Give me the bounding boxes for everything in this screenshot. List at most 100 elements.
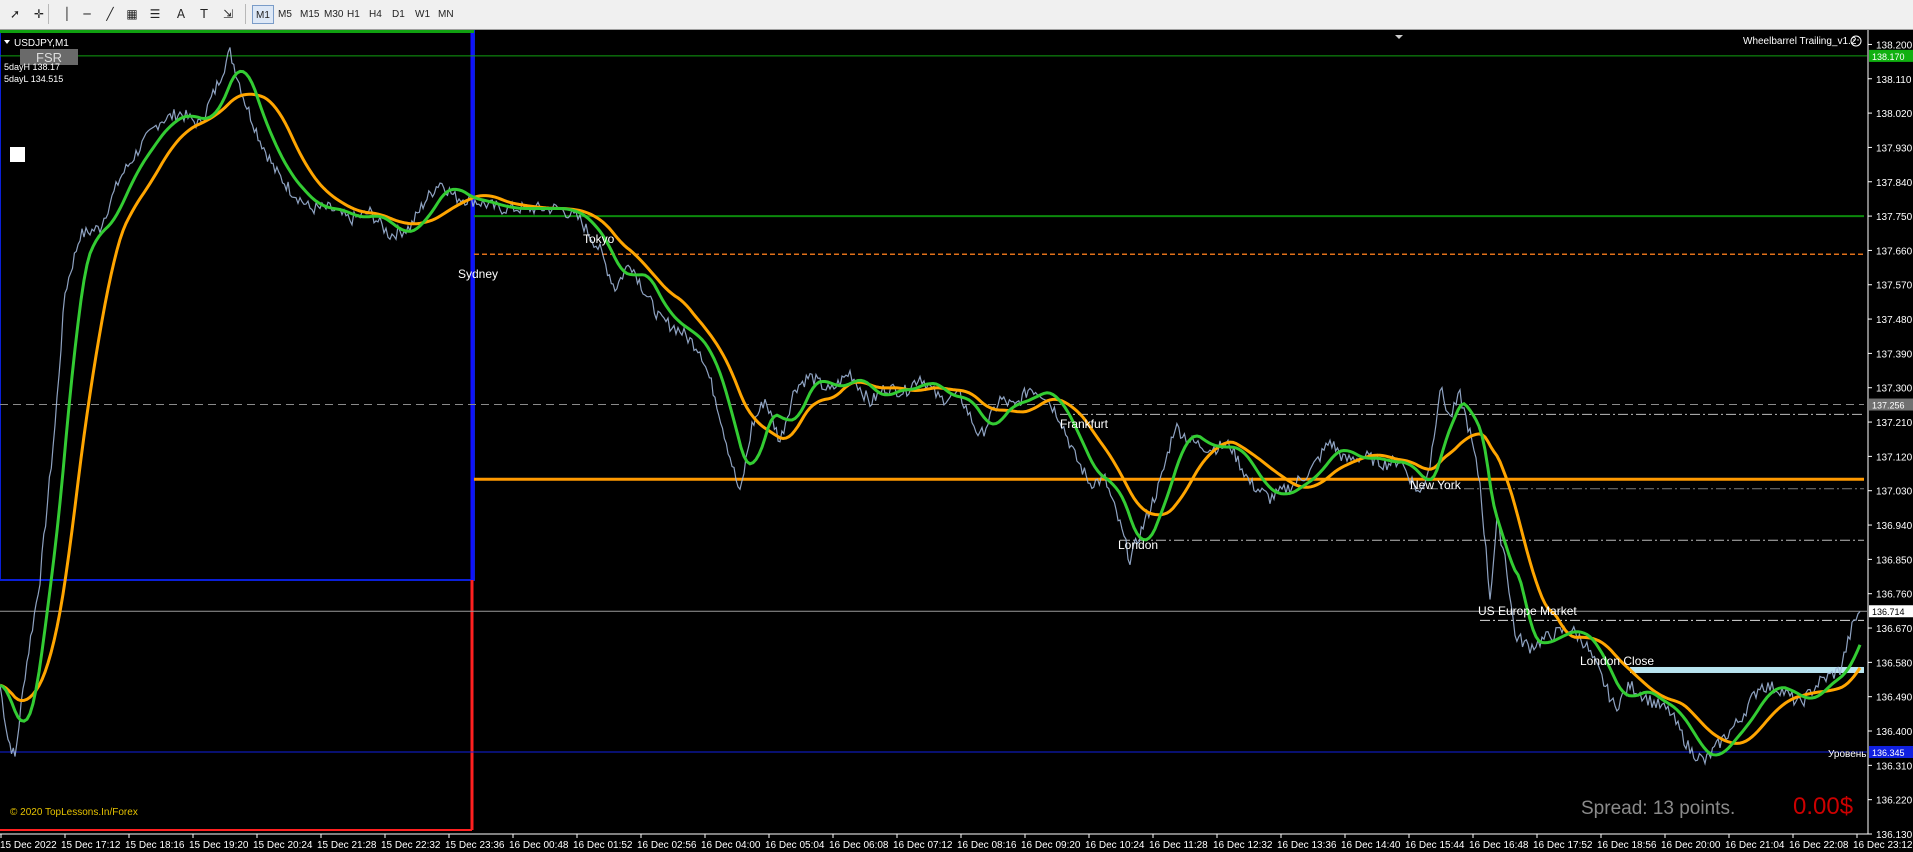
timeframe-m30-button[interactable]: M30 (321, 5, 346, 24)
time-tick-label: 16 Dec 22:08 (1789, 840, 1849, 851)
time-tick-label: 16 Dec 23:12 (1853, 840, 1913, 851)
copyright-label: © 2020 TopLessons.In/Forex (10, 807, 138, 818)
session-label: Frankfurt (1060, 417, 1109, 431)
time-tick-label: 16 Dec 14:40 (1341, 840, 1401, 851)
time-tick-label: 16 Dec 00:48 (509, 840, 569, 851)
profit-label: 0.00$ (1793, 793, 1853, 820)
timeframe-mn-button[interactable]: MN (435, 5, 457, 24)
price-tick-label: 137.300 (1876, 384, 1913, 395)
expert-advisor-name: Wheelbarrel Trailing_v1.2 (1743, 36, 1857, 47)
price-tick-label: 136.850 (1876, 555, 1913, 566)
price-tick-label: 138.110 (1876, 75, 1912, 86)
price-tick-label: 136.580 (1876, 658, 1913, 669)
cursor-icon[interactable]: ➚ (3, 3, 27, 25)
toolbar-separator (48, 4, 49, 24)
price-tick-label: 137.120 (1876, 452, 1913, 463)
time-tick-label: 16 Dec 16:48 (1469, 840, 1529, 851)
price-tick-label: 137.480 (1876, 315, 1913, 326)
time-tick-label: 15 Dec 22:32 (381, 840, 441, 851)
session-label: New York (1410, 478, 1462, 492)
timeframe-h4-button[interactable]: H4 (366, 5, 385, 24)
fast-moving-average (0, 69, 1862, 757)
symbol-collapse-icon[interactable] (4, 40, 10, 44)
time-tick-label: 15 Dec 19:20 (189, 840, 249, 851)
slow-moving-average (0, 92, 1862, 745)
session-label: Tokyo (583, 232, 615, 246)
time-tick-label: 16 Dec 18:56 (1597, 840, 1657, 851)
time-tick-label: 16 Dec 08:16 (957, 840, 1017, 851)
price-tick-label: 137.840 (1876, 178, 1913, 189)
price-tick-label: 138.200 (1876, 40, 1913, 51)
time-tick-label: 16 Dec 07:12 (893, 840, 953, 851)
timeframe-m15-button[interactable]: M15 (297, 5, 322, 24)
five-day-low-label: 5dayL 134.515 (4, 74, 63, 84)
time-tick-label: 15 Dec 2022 (0, 840, 57, 851)
toolbar-separator (245, 4, 246, 24)
london-close-band[interactable] (1630, 666, 1864, 673)
price-tick-label: 137.390 (1876, 349, 1913, 360)
trendline-icon[interactable]: ╱ (98, 3, 122, 25)
level-label: Уровень (1828, 749, 1867, 760)
price-tick-label: 137.570 (1876, 281, 1913, 292)
price-tick-label: 137.030 (1876, 487, 1913, 498)
checkbox[interactable] (10, 147, 25, 162)
time-tick-label: 15 Dec 23:36 (445, 840, 505, 851)
price-tick-label: 138.020 (1876, 109, 1913, 120)
timeframe-d1-button[interactable]: D1 (389, 5, 408, 24)
time-tick-label: 15 Dec 21:28 (317, 840, 377, 851)
text-label-icon[interactable]: T (192, 3, 216, 25)
time-tick-label: 16 Dec 02:56 (637, 840, 697, 851)
session-box-upper (0, 30, 475, 581)
mid-price-tag-text: 137.256 (1872, 401, 1905, 411)
time-tick-label: 16 Dec 06:08 (829, 840, 889, 851)
price-chart[interactable]: Sydney Tokyo Frankfurt London New York US Eur… (0, 30, 1913, 852)
time-tick-label: 16 Dec 13:36 (1277, 840, 1337, 851)
time-tick-label: 16 Dec 01:52 (573, 840, 633, 851)
high-price-tag-text: 138.170 (1872, 52, 1905, 62)
time-tick-label: 15 Dec 18:16 (125, 840, 185, 851)
session-label: London Close (1580, 654, 1654, 668)
smiley-eye-icon (1853, 39, 1855, 41)
timeframe-m1-button[interactable]: M1 (252, 5, 274, 24)
price-tick-label: 137.210 (1876, 418, 1913, 429)
time-tick-label: 16 Dec 05:04 (765, 840, 825, 851)
spread-label: Spread: 13 points. (1581, 798, 1735, 819)
smiley-eye-icon (1857, 39, 1859, 41)
five-day-high-label: 5dayH 138.17 (4, 62, 60, 72)
time-tick-label: 16 Dec 17:52 (1533, 840, 1593, 851)
session-label: London (1118, 538, 1158, 552)
timeframe-w1-button[interactable]: W1 (412, 5, 433, 24)
time-tick-label: 16 Dec 12:32 (1213, 840, 1273, 851)
time-tick-label: 16 Dec 10:24 (1085, 840, 1145, 851)
price-tick-label: 136.310 (1876, 761, 1913, 772)
low-price-tag-text: 136.345 (1872, 748, 1905, 758)
price-tick-label: 136.940 (1876, 521, 1913, 532)
price-tick-label: 136.490 (1876, 693, 1913, 704)
price-tick-label: 136.670 (1876, 624, 1913, 635)
horizontal-line-icon[interactable]: ─ (75, 3, 99, 25)
timeframe-m5-button[interactable]: M5 (275, 5, 295, 24)
symbol-label: USDJPY,M1 (14, 38, 69, 49)
toolbar: ➚ ✛ │ ─ ╱ ▦ ☰ A T ⇲ M1 M5 M15 M30 H1 H4 D1 W1 MN (0, 0, 1913, 30)
time-tick-label: 15 Dec 17:12 (61, 840, 121, 851)
text-icon[interactable]: A (169, 3, 193, 25)
price-tick-label: 137.660 (1876, 246, 1913, 257)
current-price-tag-text: 136.714 (1872, 607, 1905, 617)
time-tick-label: 16 Dec 11:28 (1149, 840, 1208, 851)
session-label: Sydney (458, 267, 498, 281)
time-tick-label: 16 Dec 21:04 (1725, 840, 1785, 851)
price-tick-label: 137.750 (1876, 212, 1913, 223)
channel-icon[interactable]: ▦ (120, 3, 144, 25)
chart-shift-marker (1395, 35, 1403, 39)
time-tick-label: 16 Dec 15:44 (1405, 840, 1465, 851)
time-tick-label: 16 Dec 20:00 (1661, 840, 1721, 851)
session-label: US Europe Market (1478, 604, 1577, 618)
timeframe-h1-button[interactable]: H1 (344, 5, 363, 24)
price-tick-label: 137.930 (1876, 143, 1913, 154)
price-tick-label: 136.760 (1876, 590, 1913, 601)
price-tick-label: 136.400 (1876, 727, 1913, 738)
time-tick-label: 15 Dec 20:24 (253, 840, 313, 851)
fibonacci-icon[interactable]: ☰ (143, 3, 167, 25)
shapes-dropdown-icon[interactable]: ⇲ (216, 3, 240, 25)
time-tick-label: 16 Dec 04:00 (701, 840, 761, 851)
